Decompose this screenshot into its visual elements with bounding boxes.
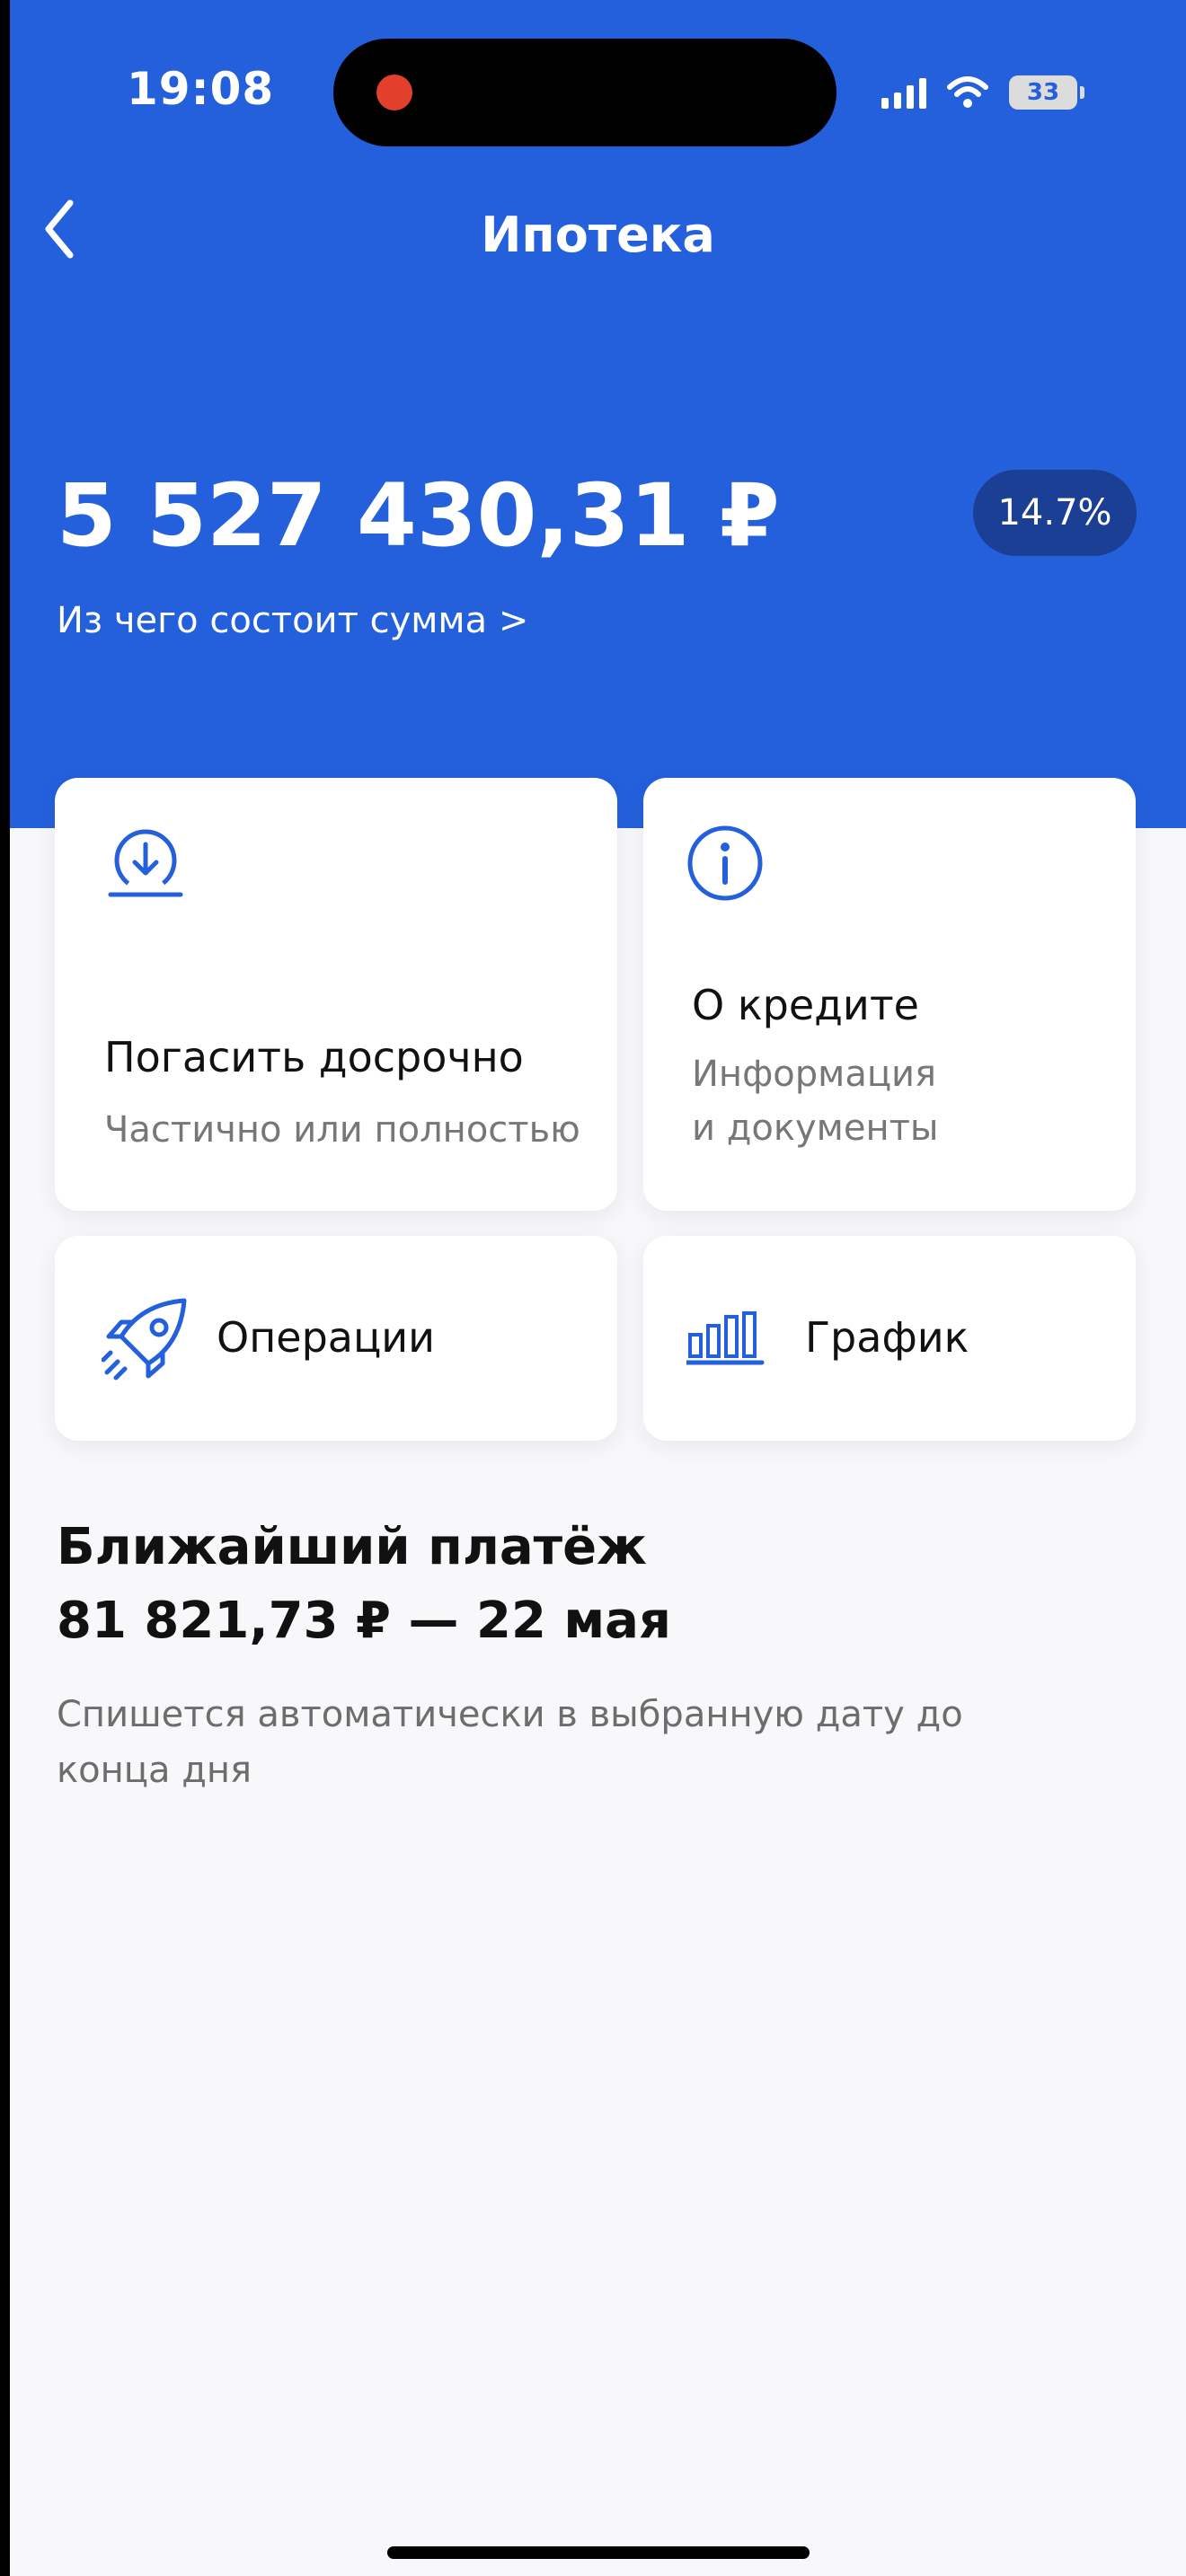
- operations-card[interactable]: Операции: [55, 1236, 617, 1441]
- about-loan-card[interactable]: О кредите Информация и документы: [643, 778, 1136, 1211]
- loan-balance: 5 527 430,31 ₽: [57, 465, 780, 566]
- battery-icon: 33: [1009, 75, 1084, 110]
- balance-breakdown-link[interactable]: Из чего состоит сумма >: [57, 600, 528, 641]
- status-icons: 33: [881, 70, 1084, 115]
- recording-indicator: [376, 75, 412, 110]
- schedule-title: График: [805, 1313, 969, 1362]
- signal-icon: [881, 76, 926, 109]
- about-loan-title: О кредите: [692, 981, 919, 1029]
- early-repayment-title: Погасить досрочно: [104, 1033, 524, 1081]
- about-loan-subtitle-line1: Информация: [692, 1054, 937, 1095]
- schedule-card[interactable]: График: [643, 1236, 1136, 1441]
- download-arrow-icon: [108, 829, 183, 897]
- dynamic-island: [333, 39, 836, 146]
- page-title: Ипотека: [481, 207, 715, 263]
- next-payment-amount: 81 821,73 ₽ — 22 мая: [57, 1592, 671, 1650]
- early-repayment-card[interactable]: Погасить досрочно Частично или полностью: [55, 778, 617, 1211]
- next-payment-title: Ближайший платёж: [57, 1518, 647, 1576]
- early-repayment-subtitle: Частично или полностью: [104, 1109, 580, 1151]
- info-icon: [687, 825, 763, 901]
- next-payment-note: Спишется автоматически в выбранную дату …: [57, 1694, 963, 1791]
- interest-rate-badge: 14.7%: [973, 470, 1137, 556]
- rocket-icon: [102, 1298, 187, 1381]
- wifi-icon: [947, 76, 988, 108]
- screen: 19:08 33 Ипотека 5 527 430,31 ₽ 14.7% Из…: [10, 0, 1186, 2576]
- hero-header: 19:08 33 Ипотека 5 527 430,31 ₽ 14.7% Из…: [10, 0, 1186, 828]
- home-indicator[interactable]: [387, 2546, 810, 2559]
- operations-title: Операции: [217, 1313, 436, 1362]
- bar-chart-icon: [686, 1311, 765, 1365]
- about-loan-subtitle-line2: и документы: [692, 1107, 939, 1149]
- status-time: 19:08: [127, 63, 275, 115]
